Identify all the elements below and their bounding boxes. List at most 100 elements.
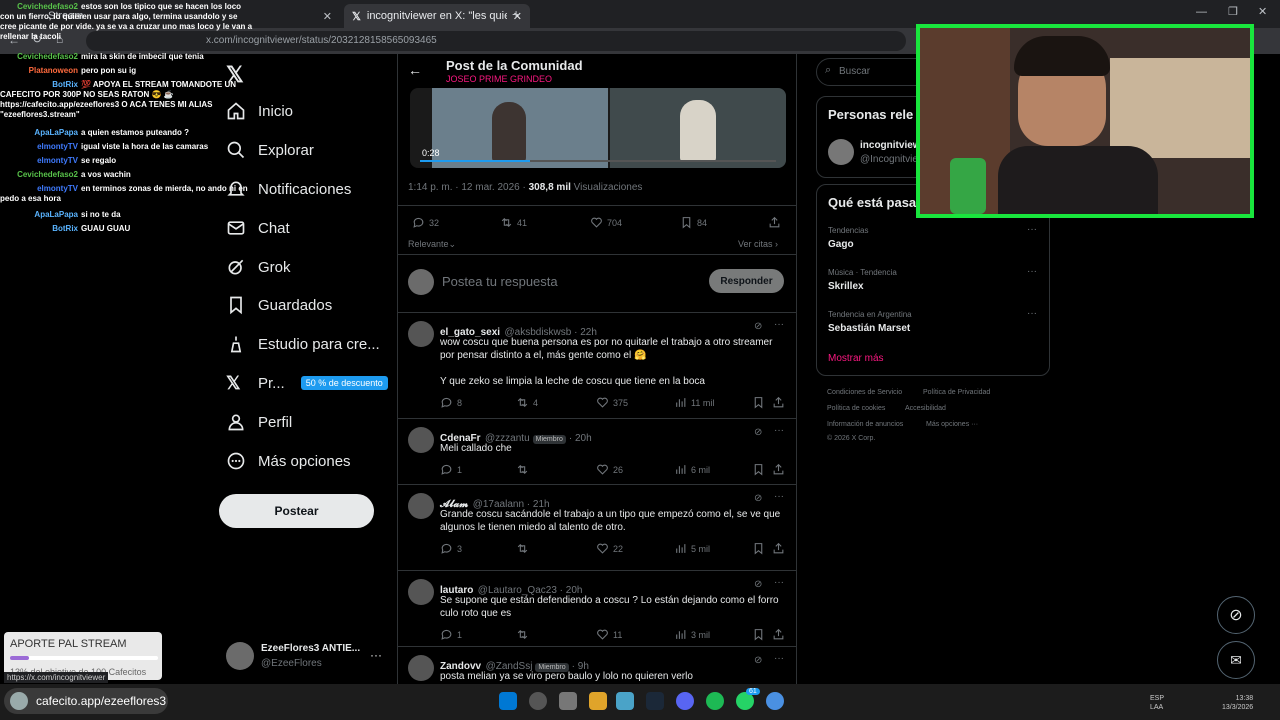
footer-link[interactable]: Condiciones de Servicio (827, 389, 902, 396)
account-handle[interactable]: @EzeeFlores (261, 658, 322, 669)
avatar[interactable] (828, 139, 854, 165)
footer-link[interactable]: Política de cookies (827, 405, 885, 412)
persona-handle[interactable]: @Incognitvie (860, 154, 918, 165)
views-button[interactable]: 3 mil (674, 628, 710, 641)
reply-button[interactable]: 1 (440, 628, 462, 641)
chat-username[interactable]: ApaLaPapa (0, 210, 78, 220)
task-view-icon[interactable] (559, 692, 577, 710)
repost-button[interactable]: 4 (516, 396, 538, 409)
chat-username[interactable]: ApaLaPapa (0, 128, 78, 138)
views-button[interactable]: 6 mil (674, 463, 710, 476)
relevante-dropdown[interactable]: Relevante⌄ (408, 239, 456, 250)
nav-notificaciones[interactable]: Notificaciones (226, 175, 351, 203)
reply-more-icon[interactable]: ··· (774, 319, 784, 330)
ver-citas-link[interactable]: Ver citas › (738, 239, 778, 249)
messages-fab[interactable]: ✉ (1217, 641, 1255, 679)
reply-more-icon[interactable]: ··· (774, 653, 784, 664)
reply-button[interactable]: 3 (440, 542, 462, 555)
avatar[interactable] (408, 655, 434, 681)
persona-name[interactable]: incognitview (860, 140, 921, 151)
reply-button[interactable]: 8 (440, 396, 462, 409)
post-like-button[interactable]: 704 (590, 216, 622, 229)
chat-username[interactable]: Platanoweon (0, 66, 78, 76)
repost-button[interactable] (516, 542, 533, 555)
share-button[interactable] (772, 463, 789, 476)
nav-explorar[interactable]: Explorar (226, 136, 314, 164)
share-button[interactable] (772, 396, 789, 409)
post-repost-button[interactable]: 41 (500, 216, 527, 229)
chat-username[interactable]: elmontyTV (0, 156, 78, 166)
x-logo-icon[interactable]: 𝕏 (226, 62, 244, 88)
bookmark-button[interactable] (752, 542, 769, 555)
reply-item[interactable]: Zandovv @ZandSsj Miembro · 9h ⊘ ··· posta mel… (398, 646, 796, 684)
spotify-icon[interactable] (706, 692, 724, 710)
like-button[interactable]: 11 (596, 628, 622, 641)
app-icon[interactable] (616, 692, 634, 710)
grok-fab[interactable]: ⊘ (1217, 596, 1255, 634)
grok-icon[interactable]: ⊘ (754, 579, 762, 590)
minimize-icon[interactable]: — (1196, 6, 1207, 18)
grok-icon[interactable]: ⊘ (754, 655, 762, 666)
share-button[interactable] (772, 542, 789, 555)
responder-button[interactable]: Responder (709, 269, 784, 293)
trend-more-icon[interactable]: ··· (1027, 266, 1037, 277)
bookmark-button[interactable] (752, 396, 769, 409)
chat-username[interactable]: elmontyTV (0, 184, 78, 194)
close-icon[interactable]: ✕ (323, 10, 332, 23)
avatar[interactable] (226, 642, 254, 670)
footer-link[interactable]: Información de anuncios (827, 421, 903, 428)
browser-tab-x[interactable]: 𝕏 incognitviewer en X: "les quieren ... … (344, 4, 530, 28)
reply-item[interactable]: lautaro @Lautaro_Qac23 · 20h ⊘ ··· Se supon… (398, 570, 796, 647)
post-share-button[interactable] (768, 216, 785, 229)
chat-username[interactable]: Cevichedefaso2 (0, 170, 78, 180)
post-bookmark-button[interactable]: 84 (680, 216, 707, 229)
like-button[interactable]: 375 (596, 396, 628, 409)
grok-icon[interactable]: ⊘ (754, 321, 762, 332)
clock[interactable]: 13:38 13/3/2026 (1222, 694, 1253, 712)
nav-chat[interactable]: Chat (226, 214, 290, 242)
community-name[interactable]: JOSEO PRIME GRINDEO (446, 74, 552, 84)
nav-inicio[interactable]: Inicio (226, 97, 293, 125)
back-arrow-icon[interactable]: ← (408, 62, 422, 78)
nav-guardados[interactable]: Guardados (226, 291, 332, 319)
trend-more-icon[interactable]: ··· (1027, 308, 1037, 319)
like-button[interactable]: 22 (596, 542, 623, 555)
nav-perfil[interactable]: Perfil (226, 408, 292, 436)
reply-button[interactable]: 1 (440, 463, 462, 476)
reply-item[interactable]: el_gato_sexi @aksbdiskwsb · 22h ⊘ ··· wow c… (398, 312, 796, 419)
video-progress-track[interactable] (420, 160, 776, 162)
post-reply-button[interactable]: 32 (412, 216, 439, 229)
reply-item[interactable]: CdenaFr @zzzantu Miembro · 20h ⊘ ··· Meli cal… (398, 418, 796, 485)
repost-button[interactable] (516, 463, 533, 476)
bookmark-button[interactable] (752, 463, 769, 476)
footer-link[interactable]: Política de Privacidad (923, 389, 990, 396)
postear-button[interactable]: Postear (219, 494, 374, 528)
footer-link[interactable]: Accesibilidad (905, 405, 946, 412)
video-player[interactable]: 0:28 (410, 88, 786, 168)
close-window-icon[interactable]: ✕ (1258, 5, 1267, 18)
footer-link[interactable]: Más opciones ··· (926, 421, 978, 428)
reply-input[interactable]: Postea tu respuesta (442, 274, 558, 289)
chrome-icon[interactable] (766, 692, 784, 710)
chat-username[interactable]: BotRix (0, 80, 78, 90)
windows-start-icon[interactable] (499, 692, 517, 710)
nav-grok[interactable]: Grok (226, 253, 291, 281)
avatar[interactable] (408, 579, 434, 605)
steam-icon[interactable] (646, 692, 664, 710)
repost-button[interactable] (516, 628, 533, 641)
views-button[interactable]: 5 mil (674, 542, 710, 555)
avatar[interactable] (408, 427, 434, 453)
maximize-icon[interactable]: ❐ (1228, 5, 1238, 18)
trend-more-icon[interactable]: ··· (1027, 224, 1037, 235)
grok-icon[interactable]: ⊘ (754, 427, 762, 438)
footer-link[interactable]: © 2026 X Corp. (827, 435, 875, 442)
reply-more-icon[interactable]: ··· (774, 577, 784, 588)
nav-mas-opciones[interactable]: Más opciones (226, 447, 351, 475)
reply-more-icon[interactable]: ··· (774, 491, 784, 502)
chat-username[interactable]: elmontyTV (0, 142, 78, 152)
account-more-icon[interactable]: ··· (370, 648, 382, 662)
chat-username[interactable]: Cevichedefaso2 (0, 52, 78, 62)
reply-item[interactable]: 𝓐𝓵𝓪𝓶 @17aalann · 21h ⊘ ··· Grande coscu sac… (398, 484, 796, 571)
nav-premium[interactable]: 𝕏 Pr... 50 % de descuento (226, 369, 388, 397)
reply-more-icon[interactable]: ··· (774, 425, 784, 436)
